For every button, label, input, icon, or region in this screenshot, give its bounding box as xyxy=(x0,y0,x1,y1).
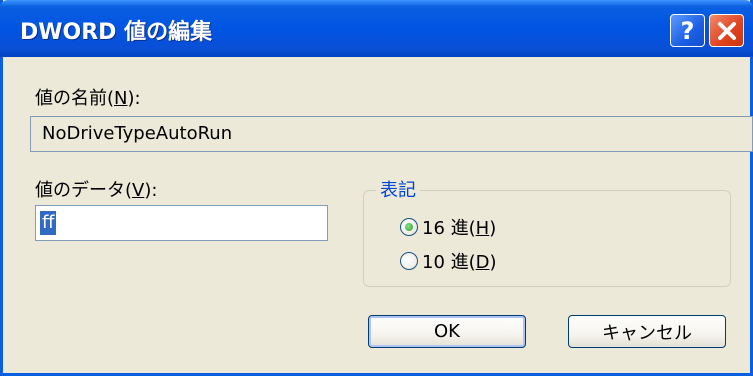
title-bar[interactable]: DWORD 値の編集 ? xyxy=(0,0,753,57)
close-button[interactable] xyxy=(709,14,744,47)
ok-button[interactable]: OK xyxy=(368,315,526,348)
hex-radio[interactable] xyxy=(400,218,418,236)
base-group-title: 表記 xyxy=(376,176,420,202)
value-name-text: NoDriveTypeAutoRun xyxy=(42,123,233,144)
dialog-title: DWORD 値の編集 xyxy=(20,20,213,45)
value-data-input[interactable]: ff xyxy=(35,205,328,241)
cancel-button[interactable]: キャンセル xyxy=(568,315,726,348)
value-name-field[interactable]: NoDriveTypeAutoRun xyxy=(30,116,753,152)
decimal-radio[interactable] xyxy=(400,252,418,270)
help-button[interactable]: ? xyxy=(670,14,705,47)
value-name-label: 値の名前(N): xyxy=(35,88,141,109)
close-icon xyxy=(717,21,736,40)
help-icon: ? xyxy=(680,16,695,45)
hex-radio-label[interactable]: 16 進(H) xyxy=(422,214,496,240)
decimal-radio-label[interactable]: 10 進(D) xyxy=(422,248,497,274)
value-data-label: 値のデータ(V): xyxy=(35,180,158,201)
base-groupbox xyxy=(363,190,731,287)
value-data-selected-text: ff xyxy=(40,211,57,235)
edit-dword-dialog: DWORD 値の編集 ? 値の名前(N): NoDriveTypeAutoRun… xyxy=(0,0,753,376)
